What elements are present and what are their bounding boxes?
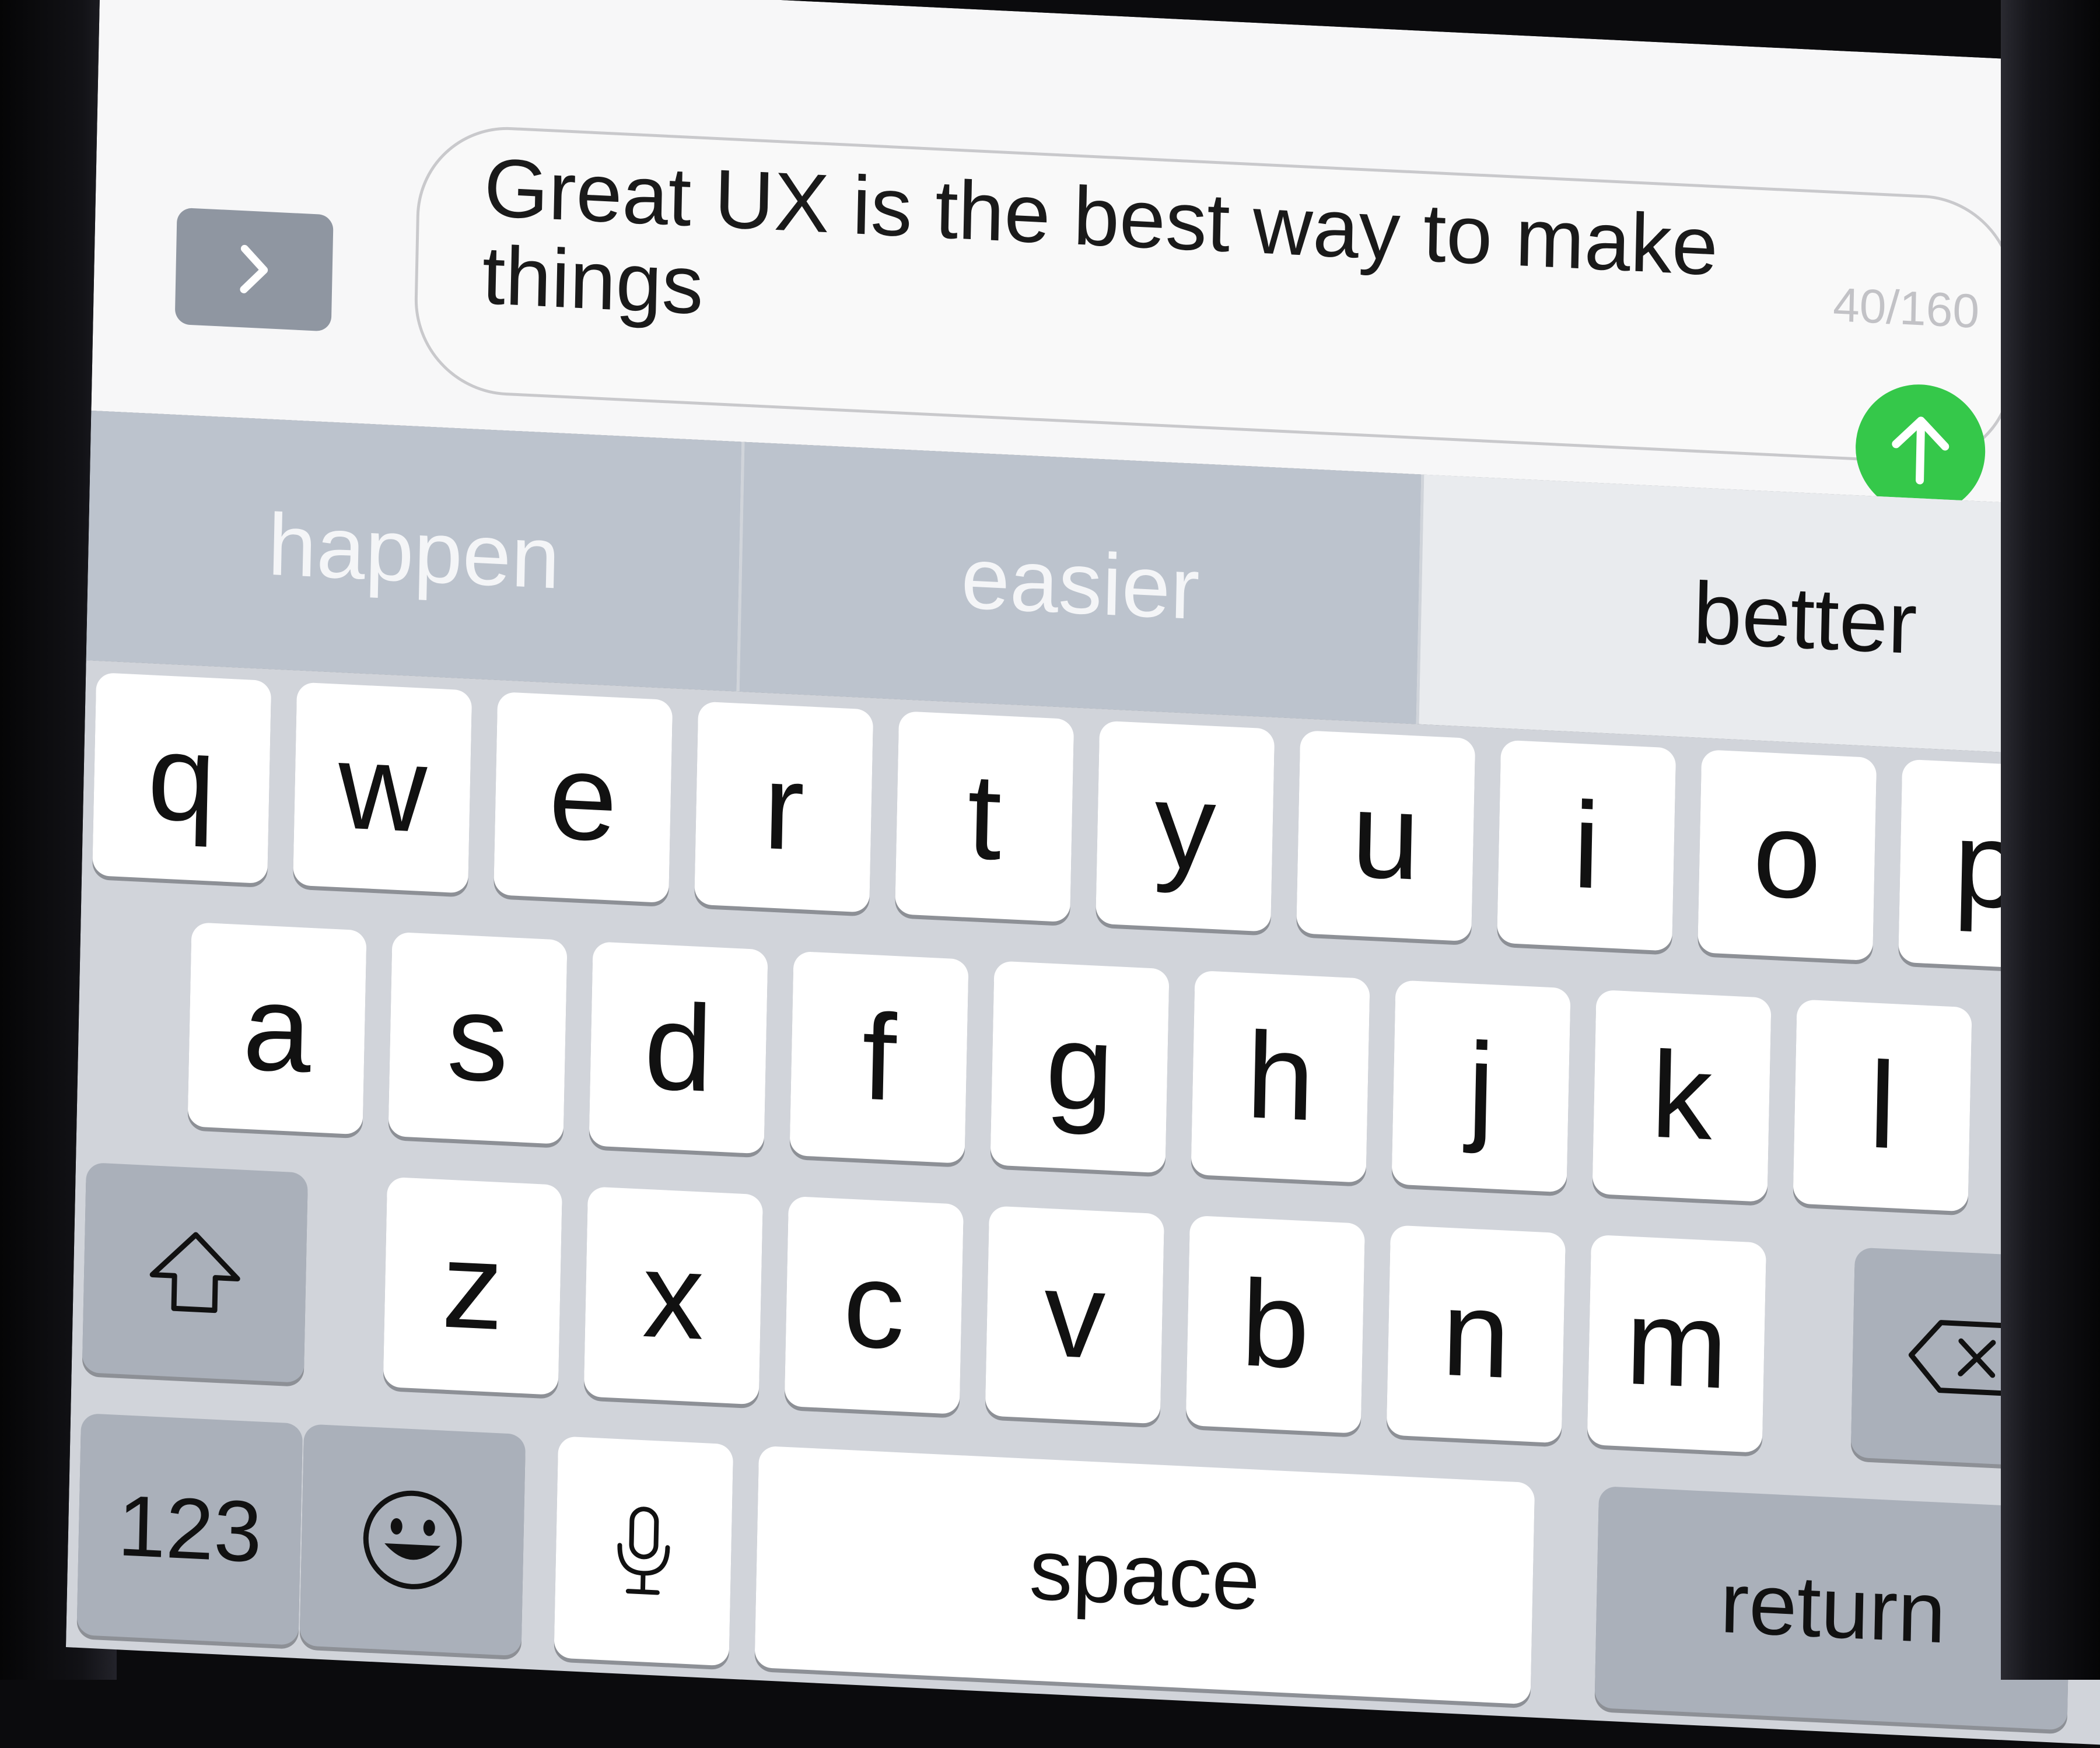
key-label: n [1440, 1263, 1512, 1404]
key-c[interactable]: c [784, 1196, 964, 1415]
key-s[interactable]: s [388, 931, 568, 1145]
key-k[interactable]: k [1592, 989, 1772, 1203]
space-key[interactable]: space [754, 1445, 1535, 1705]
keyboard: q w e r t y u i o p a s d f g h j k l z … [65, 660, 2100, 1748]
key-label: z [440, 1215, 505, 1356]
numbers-key[interactable]: 123 [76, 1413, 303, 1646]
key-label: h [1245, 1006, 1316, 1147]
shift-icon [149, 1232, 240, 1313]
key-y[interactable]: y [1096, 720, 1275, 932]
key-label: r [762, 737, 806, 877]
key-i[interactable]: i [1497, 740, 1676, 951]
key-label: d [643, 977, 714, 1118]
suggestion-better[interactable]: better [1419, 474, 2100, 761]
key-label: o [1751, 784, 1823, 925]
key-q[interactable]: q [92, 672, 272, 884]
chevron-right-icon [240, 244, 268, 293]
key-z[interactable]: z [383, 1176, 563, 1396]
key-label: k [1650, 1025, 1714, 1166]
key-label: y [1153, 756, 1217, 896]
key-h[interactable]: h [1191, 970, 1370, 1183]
key-label: x [641, 1225, 706, 1365]
emoji-icon [363, 1490, 462, 1589]
key-label: c [842, 1235, 907, 1375]
key-label: a [242, 958, 313, 1099]
key-label: b [1240, 1254, 1311, 1395]
key-x[interactable]: x [583, 1186, 764, 1405]
key-label: g [1044, 996, 1115, 1137]
key-label: 123 [117, 1477, 263, 1581]
key-label: e [547, 727, 619, 867]
key-u[interactable]: u [1296, 730, 1476, 942]
key-a[interactable]: a [187, 922, 367, 1135]
microphone-icon [617, 1507, 670, 1595]
key-b[interactable]: b [1185, 1215, 1366, 1434]
key-label: l [1867, 1036, 1898, 1175]
key-d[interactable]: d [589, 941, 768, 1154]
key-w[interactable]: w [293, 682, 473, 894]
key-l[interactable]: l [1793, 999, 1972, 1212]
key-label: t [966, 747, 1003, 886]
emoji-key[interactable] [299, 1424, 526, 1656]
shift-key[interactable] [82, 1162, 309, 1383]
key-label: i [1571, 776, 1602, 915]
key-m[interactable]: m [1587, 1234, 1767, 1453]
key-label: u [1350, 765, 1422, 906]
apps-expand-button[interactable] [174, 207, 334, 332]
key-j[interactable]: j [1391, 980, 1571, 1193]
message-text-line-2: things [481, 228, 705, 332]
key-o[interactable]: o [1698, 749, 1877, 961]
key-n[interactable]: n [1386, 1225, 1566, 1444]
key-t[interactable]: t [895, 710, 1074, 923]
suggestion-happen[interactable]: happen [86, 411, 742, 692]
return-key[interactable]: return [1594, 1486, 2072, 1731]
key-label: m [1624, 1272, 1730, 1415]
key-label: q [146, 707, 218, 848]
key-e[interactable]: e [494, 691, 673, 903]
dictation-key[interactable] [554, 1436, 734, 1666]
device-bezel-right [2001, 0, 2100, 1680]
key-f[interactable]: f [789, 951, 969, 1164]
key-v[interactable]: v [985, 1206, 1165, 1424]
key-r[interactable]: r [694, 701, 874, 913]
key-label: space [1028, 1521, 1261, 1629]
key-label: v [1042, 1244, 1107, 1385]
suggestion-easier[interactable]: easier [739, 442, 1422, 724]
message-input[interactable]: Great UX is the best way to make things … [412, 122, 2017, 517]
arrow-up-icon [1892, 416, 1950, 485]
key-label: s [446, 968, 510, 1108]
key-g[interactable]: g [990, 961, 1170, 1173]
key-label: w [337, 716, 428, 859]
key-label: f [860, 987, 898, 1127]
key-label: return [1719, 1554, 1947, 1662]
character-counter: 40/160 [1832, 278, 1980, 339]
phone-screen: Great UX is the best way to make things … [65, 0, 2100, 1748]
key-label: j [1466, 1017, 1496, 1155]
